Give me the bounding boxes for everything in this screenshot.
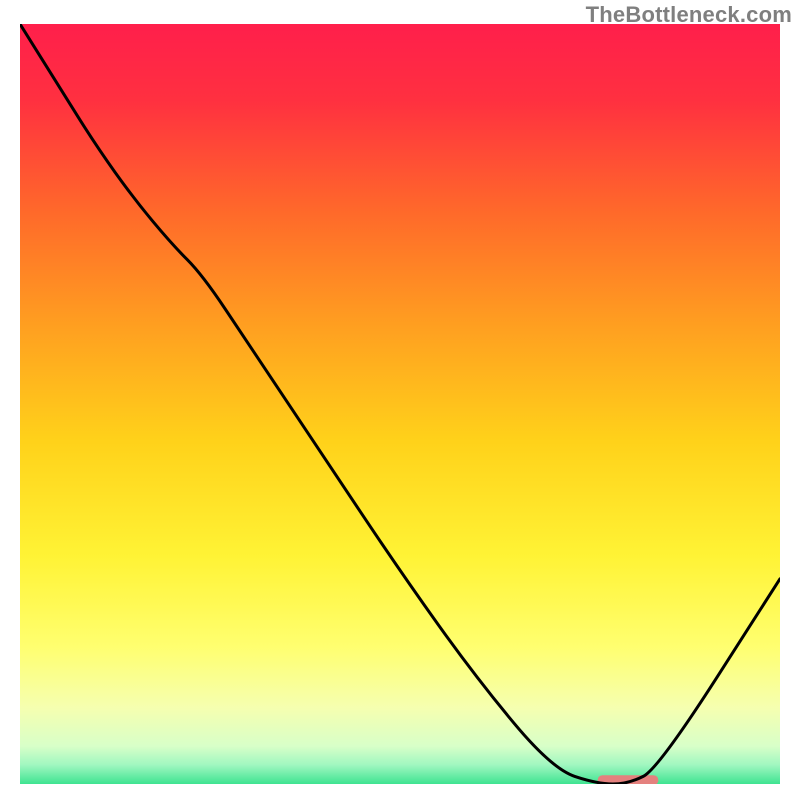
chart-background [20, 24, 780, 784]
chart-plot-area [20, 24, 780, 784]
watermark-text: TheBottleneck.com [586, 2, 792, 28]
chart-svg [20, 24, 780, 784]
